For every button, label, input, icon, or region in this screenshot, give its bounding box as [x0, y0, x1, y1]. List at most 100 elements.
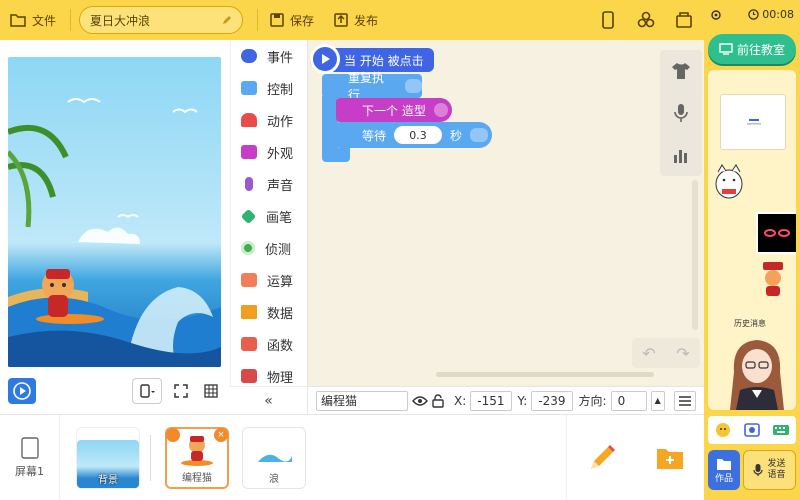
stage-canvas[interactable]: [8, 57, 221, 367]
save-button[interactable]: 保存: [270, 12, 314, 29]
category-events[interactable]: 事件: [231, 40, 307, 72]
category-sound[interactable]: 声音: [231, 168, 307, 200]
screenshot-icon[interactable]: [743, 421, 761, 439]
workspace-side-tabs: [660, 50, 702, 176]
background-label: 背景: [98, 475, 118, 486]
add-folder-icon[interactable]: [656, 446, 684, 470]
data-chart-icon[interactable]: [672, 146, 690, 164]
category-looks[interactable]: 外观: [231, 136, 307, 168]
brush-icon: [240, 208, 257, 224]
category-sensing[interactable]: 侦测: [231, 232, 307, 264]
block-categories: 事件 控制 动作 外观 声音 画笔 侦测 运算 数据 函数 物理: [230, 40, 308, 386]
category-motion[interactable]: 动作: [231, 104, 307, 136]
clock-icon: [748, 9, 760, 20]
pencil-icon: [223, 16, 232, 24]
send-voice-button[interactable]: 发送 语音: [743, 450, 796, 490]
collapse-categories-button[interactable]: «: [230, 386, 308, 414]
undo-redo-controls: ↶ ↷: [632, 338, 700, 368]
wait-block[interactable]: 等待 0.3 秒: [336, 122, 492, 148]
animation-sticker: [756, 212, 796, 254]
category-label: 画笔: [266, 210, 293, 226]
eye-icon[interactable]: [412, 395, 428, 407]
screen-tab[interactable]: 屏幕1: [0, 415, 60, 500]
folder-icon: [10, 14, 26, 27]
grid-toggle-button[interactable]: [200, 378, 222, 404]
mascot-sticker: [763, 262, 783, 296]
y-input[interactable]: -239: [531, 390, 573, 411]
sound-microphone-icon[interactable]: [674, 103, 688, 123]
history-messages-label[interactable]: 历史消息: [734, 318, 766, 329]
screen-share-thumbnail[interactable]: [720, 94, 786, 150]
repeat-forever-block[interactable]: 重复执行: [322, 71, 422, 102]
chick-emoji-icon[interactable]: [714, 421, 732, 439]
extensions-icon[interactable]: [636, 10, 656, 30]
sprite-name-field[interactable]: 编程猫: [316, 390, 408, 411]
go-to-classroom-button[interactable]: 前往教室: [708, 34, 796, 64]
category-functions[interactable]: 函数: [231, 328, 307, 360]
costume-shirt-icon[interactable]: [671, 62, 691, 80]
store-icon[interactable]: [674, 10, 694, 30]
expand-icon: [174, 384, 188, 398]
block-label: 等待: [362, 128, 387, 143]
toolbar-divider: [257, 9, 259, 31]
reaction-toolbar: [708, 416, 796, 444]
paint-pencil-icon[interactable]: [587, 443, 617, 473]
sprite-card-wave[interactable]: 浪: [242, 427, 306, 489]
workspace-vertical-scrollbar[interactable]: [692, 180, 698, 330]
next-costume-block[interactable]: 下一个 造型: [336, 98, 452, 122]
undo-icon[interactable]: ↶: [642, 344, 655, 363]
sprite-settings-icon[interactable]: [166, 428, 180, 442]
physics-icon: [241, 369, 257, 383]
y-label: Y:: [517, 393, 528, 408]
wait-seconds-input[interactable]: 0.3: [394, 126, 443, 144]
microphone-icon: [753, 464, 764, 476]
microphone-icon: [245, 177, 253, 191]
function-icon: [241, 337, 257, 351]
direction-input[interactable]: 0: [610, 390, 647, 411]
category-data[interactable]: 数据: [231, 296, 307, 328]
works-button[interactable]: 作品: [708, 450, 740, 490]
classroom-label: 前往教室: [736, 42, 785, 57]
direction-dropdown[interactable]: ▲: [650, 390, 665, 411]
sprite-delete-icon[interactable]: ×: [214, 428, 228, 442]
category-operators[interactable]: 运算: [231, 264, 307, 296]
classroom-panel: 00:08 前往教室 历史消息 作品 发送 语音: [704, 0, 800, 500]
sprite-card-coding-cat[interactable]: × 编程猫: [165, 427, 229, 489]
device-mode-button[interactable]: [132, 378, 162, 404]
project-title-field[interactable]: 夏日大冲浪: [79, 6, 244, 34]
more-menu-button[interactable]: [674, 390, 696, 411]
run-button[interactable]: [8, 378, 36, 404]
gear-icon[interactable]: [710, 9, 722, 21]
category-pen[interactable]: 画笔: [231, 200, 307, 232]
calculator-icon: [241, 273, 257, 287]
tablet-icon[interactable]: [598, 10, 618, 30]
sprite-list-bar: 屏幕1 背景 × 编程猫 浪: [0, 414, 704, 500]
redo-icon[interactable]: ↷: [676, 344, 689, 363]
category-physics[interactable]: 物理: [231, 360, 307, 386]
category-label: 声音: [267, 178, 294, 194]
category-label: 数据: [267, 306, 294, 322]
fullscreen-button[interactable]: [170, 378, 192, 404]
keyboard-icon[interactable]: [772, 421, 790, 439]
code-workspace[interactable]: 当 开始 被点击 重复执行 下一个 造型 等待 0.3 秒 ↶ ↷: [308, 40, 704, 386]
sprite-tools: [566, 415, 704, 500]
classroom-icon: [719, 43, 733, 55]
stage-panel: [0, 40, 230, 414]
shirt-icon: [433, 103, 448, 117]
toolbar-divider: [70, 9, 72, 31]
file-menu[interactable]: 文件: [10, 12, 56, 29]
workspace-horizontal-scrollbar[interactable]: [436, 372, 654, 377]
timer-value: 00:08: [762, 8, 794, 21]
category-control[interactable]: 控制: [231, 72, 307, 104]
lock-icon[interactable]: [432, 393, 444, 408]
file-menu-label: 文件: [32, 13, 57, 28]
category-label: 函数: [267, 338, 294, 354]
phone-icon: [140, 384, 155, 398]
x-input[interactable]: -151: [470, 390, 512, 411]
publish-button[interactable]: 发布: [334, 12, 378, 29]
repeat-block-foot: [322, 148, 350, 162]
publish-icon: [334, 13, 348, 27]
folder-icon: [717, 458, 731, 470]
background-card[interactable]: 背景: [76, 427, 140, 489]
block-label: 下一个 造型: [362, 103, 426, 118]
